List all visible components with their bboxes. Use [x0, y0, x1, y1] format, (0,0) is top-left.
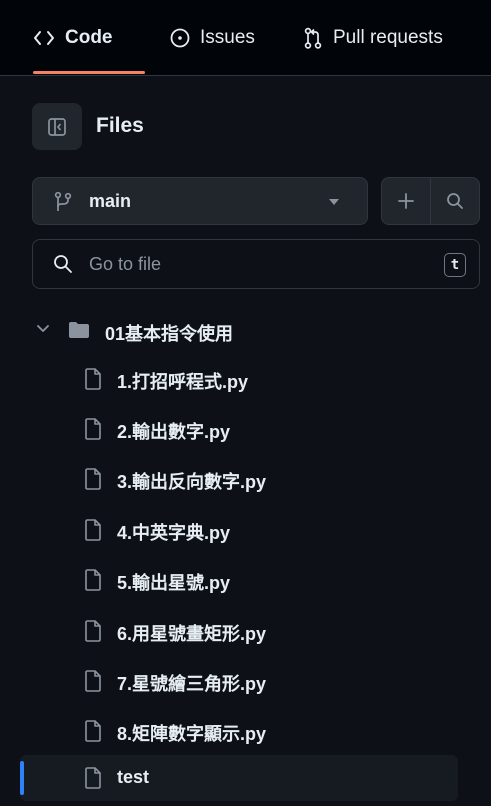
collapse-sidebar-button[interactable] — [32, 103, 82, 150]
tab-issues-label: Issues — [200, 27, 255, 48]
file-name: 7.星號繪三角形.py — [117, 674, 267, 694]
tab-code[interactable]: Code — [33, 0, 113, 76]
sidebar-collapse-icon — [47, 117, 67, 137]
branch-name: main — [89, 191, 132, 211]
tree-folder[interactable]: 01基本指令使用 — [20, 308, 460, 354]
file-name: 3.輸出反向數字.py — [117, 472, 267, 492]
file-icon — [84, 519, 102, 541]
file-name: test — [117, 767, 150, 787]
git-branch-icon — [53, 191, 73, 213]
tree-file-selected[interactable]: test — [20, 755, 458, 801]
search-code-button[interactable] — [431, 178, 479, 224]
file-icon — [84, 569, 102, 591]
file-icon — [84, 418, 102, 440]
tree-file[interactable]: 6.用星號畫矩形.py — [20, 608, 458, 654]
file-icon — [84, 767, 102, 789]
search-icon — [446, 192, 464, 210]
tree-file[interactable]: 3.輸出反向數字.py — [20, 456, 458, 502]
tree-file[interactable]: 2.輸出數字.py — [20, 406, 458, 452]
file-name: 5.輸出星號.py — [117, 573, 231, 593]
file-icon — [84, 670, 102, 692]
selection-indicator — [20, 761, 24, 795]
tab-issues[interactable]: Issues — [170, 0, 255, 76]
code-icon — [33, 29, 55, 47]
chevron-down-icon[interactable] — [36, 324, 50, 334]
plus-icon — [397, 192, 415, 210]
tree-file[interactable]: 7.星號繪三角形.py — [20, 658, 458, 704]
add-file-button[interactable] — [382, 178, 430, 224]
tab-code-label: Code — [65, 27, 113, 48]
pull-request-icon — [303, 27, 323, 49]
go-to-file-placeholder: Go to file — [89, 254, 162, 274]
tree-file[interactable]: 1.打招呼程式.py — [20, 356, 458, 402]
file-icon — [84, 368, 102, 390]
file-name: 4.中英字典.py — [117, 523, 231, 543]
file-icon — [84, 720, 102, 742]
file-icon — [84, 468, 102, 490]
tree-file[interactable]: 5.輸出星號.py — [20, 557, 458, 603]
tab-pull-requests[interactable]: Pull requests — [303, 0, 443, 76]
folder-name: 01基本指令使用 — [105, 324, 234, 344]
caret-down-icon — [329, 199, 339, 205]
file-actions-group — [381, 177, 480, 225]
folder-icon — [68, 321, 90, 339]
keyboard-shortcut-hint: t — [444, 253, 466, 277]
tree-file[interactable]: 8.矩陣數字顯示.py — [20, 708, 458, 754]
tree-file[interactable]: 4.中英字典.py — [20, 507, 458, 553]
issue-icon — [170, 28, 190, 48]
branch-selector-button[interactable]: main — [32, 177, 368, 225]
active-tab-indicator — [33, 71, 145, 74]
file-name: 2.輸出數字.py — [117, 422, 231, 442]
file-name: 1.打招呼程式.py — [117, 372, 249, 392]
files-title: Files — [96, 114, 144, 137]
file-name: 6.用星號畫矩形.py — [117, 624, 267, 644]
search-icon — [53, 254, 73, 274]
go-to-file-input[interactable]: Go to file t — [32, 239, 480, 289]
file-icon — [84, 620, 102, 642]
file-name: 8.矩陣數字顯示.py — [117, 724, 267, 744]
repo-nav: Code Issues Pull requests — [0, 0, 491, 76]
tab-pull-requests-label: Pull requests — [333, 27, 443, 48]
